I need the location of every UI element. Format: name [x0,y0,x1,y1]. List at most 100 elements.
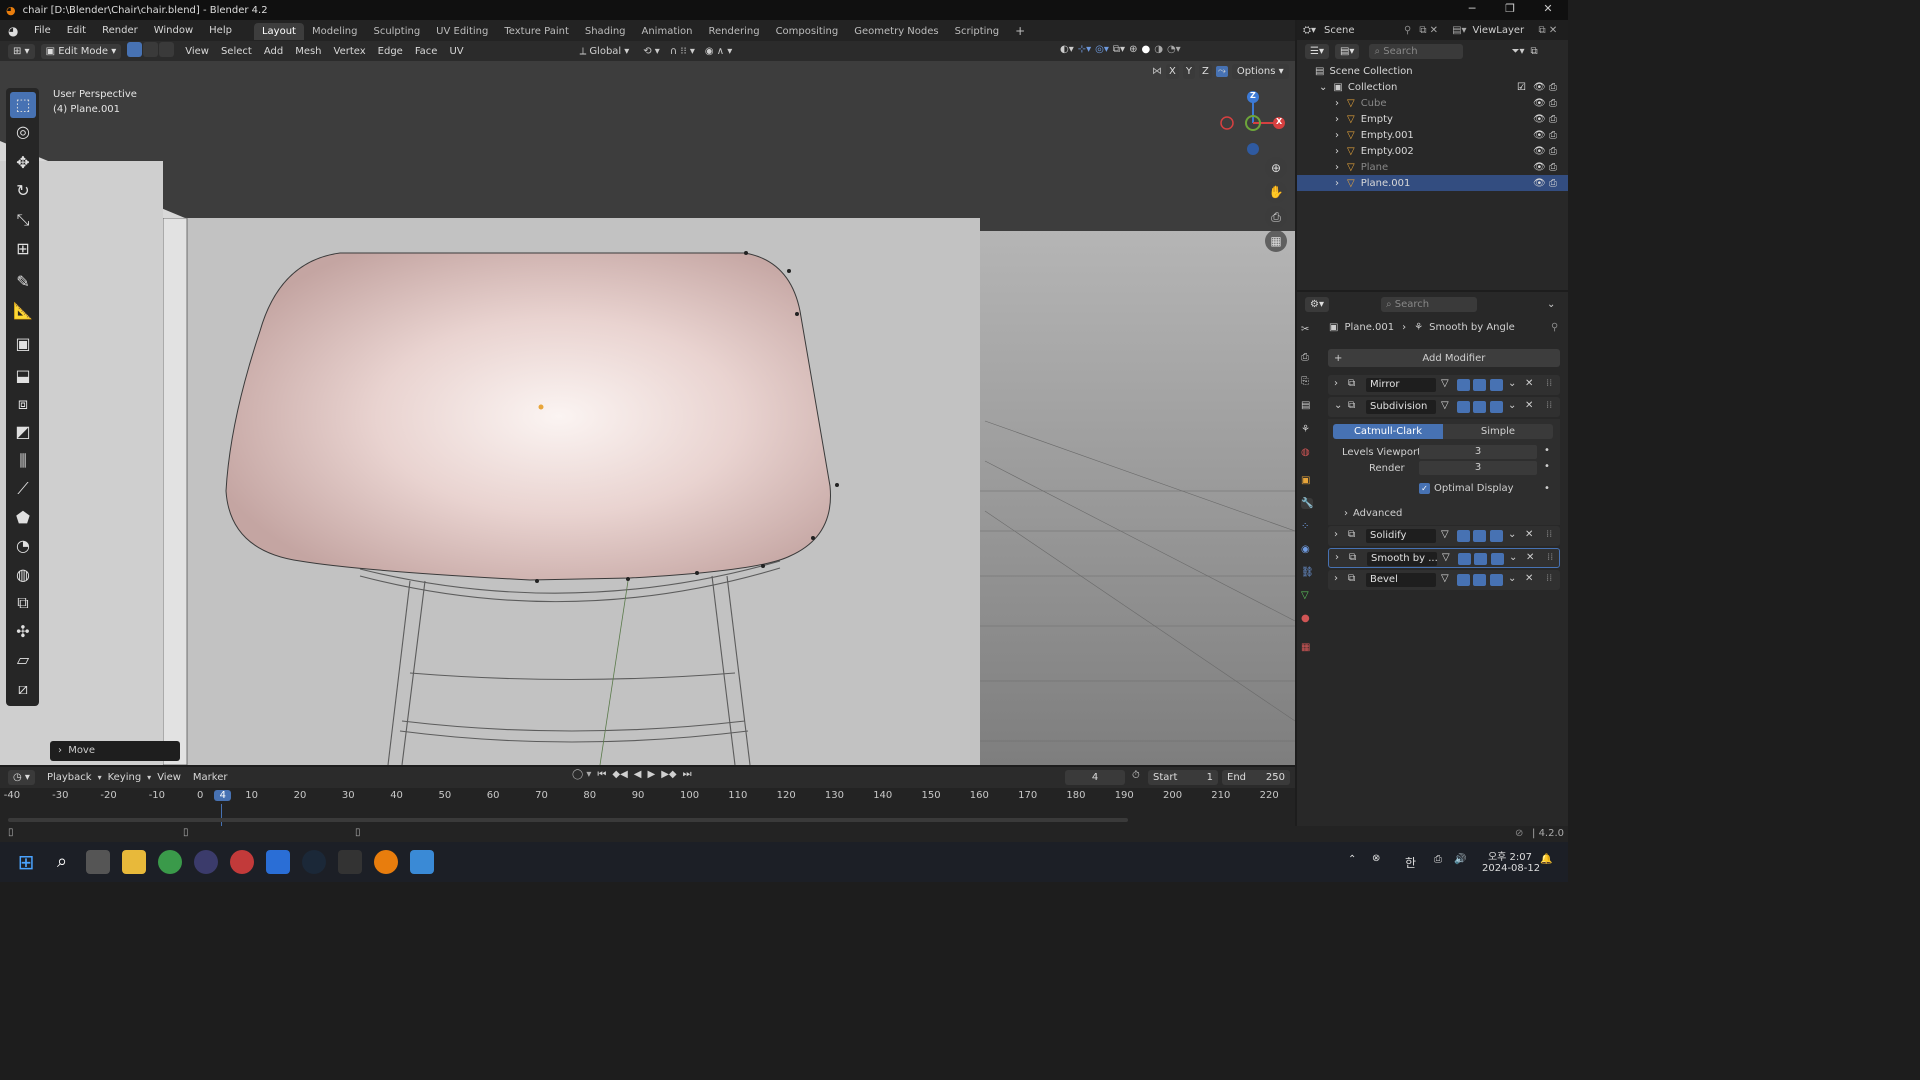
viewport-toggle-icon[interactable] [1473,379,1486,391]
modifier-panel[interactable]: ⌄ ⧉ Subdivision ▽ ⌄ ✕ ⁞⁞ [1328,397,1560,417]
edit-mode-toggle-icon[interactable]: ▽ [1441,529,1449,540]
chevron-down-icon[interactable]: ⌄ [1509,552,1517,563]
move-icon[interactable]: ✥ [10,150,36,176]
drag-handle-icon[interactable]: ⁞⁞ [1546,400,1552,411]
outliner-row[interactable]: › ▽ Plane 👁 ⎙ [1297,159,1568,175]
close-button[interactable]: ✕ [1528,0,1568,20]
shear-icon[interactable]: ▱ [10,647,36,673]
scene-tab-icon[interactable]: ⚘ [1301,424,1310,435]
chevron-right-icon[interactable]: › [1335,552,1339,563]
new-layer-icon[interactable]: ⧉ ✕ [1539,25,1558,36]
optimal-display-checkbox[interactable]: ✓ Optimal Display [1419,483,1514,494]
pan-hand-icon[interactable]: ✋ [1265,181,1287,203]
chevron-down-icon[interactable]: ⌄ [1508,378,1516,389]
play-icon[interactable]: ▶ [647,769,655,780]
remove-modifier-icon[interactable]: ✕ [1526,552,1534,563]
blender-menu-icon[interactable]: ◕ [8,24,26,38]
app-icon[interactable] [266,850,290,874]
outliner-row[interactable]: › ▽ Plane.001 👁 ⎙ [1297,175,1568,191]
cage-toggle-icon[interactable] [1458,553,1471,565]
chevron-right-icon[interactable]: › [1334,529,1338,540]
modifier-panel[interactable]: › ⧉ Bevel ▽ ⌄ ✕ ⁞⁞ [1328,570,1560,590]
modifier-tab-icon[interactable]: 🔧 [1301,498,1314,509]
timeline-scrollbar[interactable] [8,818,1128,822]
ime-indicator[interactable]: 한 [1405,854,1416,871]
eye-icon[interactable]: 👁 [1533,130,1546,141]
chair-seat-mesh[interactable] [225,252,831,581]
media-player-icon[interactable] [194,850,218,874]
render-toggle-icon[interactable] [1491,553,1504,565]
clock-icon[interactable]: ⏱ [1132,770,1140,781]
edit-mode-toggle-icon[interactable]: ▽ [1441,400,1449,411]
xray-icon[interactable]: ⧉▾ [1113,44,1125,55]
modifier-panel[interactable]: › ⧉ Smooth by ... ▽ ⌄ ✕ ⁞⁞ [1328,548,1560,568]
eye-icon[interactable]: 👁 [1533,82,1546,93]
outliner-row-scene-collection[interactable]: ▤ Scene Collection [1297,63,1568,79]
face-select-icon[interactable] [159,42,175,57]
outliner-editor-type[interactable]: ☰▾ [1305,43,1329,59]
poly-build-icon[interactable]: ⬟ [10,505,36,531]
menu-mesh[interactable]: Mesh [289,46,327,57]
camera-icon[interactable]: ⎙ [1549,130,1557,141]
modifier-panel[interactable]: › ⧉ Mirror ▽ ⌄ ✕ ⁞⁞ [1328,375,1560,395]
paint-app-icon[interactable] [410,850,434,874]
current-frame-marker[interactable]: 4 [214,790,232,801]
menu-edit[interactable]: Edit [59,20,94,41]
add-modifier-button[interactable]: + Add Modifier [1328,349,1560,367]
menu-select[interactable]: Select [215,46,258,57]
vertex-select-icon[interactable] [127,42,143,57]
remove-modifier-icon[interactable]: ✕ [1525,529,1533,540]
visibility-icon[interactable]: ◐▾ [1060,44,1074,55]
eye-icon[interactable]: 👁 [1533,178,1546,189]
remove-modifier-icon[interactable]: ✕ [1525,378,1533,389]
tab-animation[interactable]: Animation [634,23,701,40]
rip-region-icon[interactable]: ⧄ [10,676,36,702]
volume-icon[interactable]: 🔊 [1454,854,1466,865]
drag-handle-icon[interactable]: ⁞⁞ [1546,573,1552,584]
remove-modifier-icon[interactable]: ✕ [1525,573,1533,584]
edge-slide-icon[interactable]: ⧉ [10,590,36,616]
simple-button[interactable]: Simple [1443,424,1553,439]
outliner-row-collection[interactable]: ⌄ ▣ Collection ☑ 👁 ⎙ [1297,79,1568,95]
camera-view-icon[interactable]: ⎙ [1265,206,1287,228]
tab-rendering[interactable]: Rendering [700,23,767,40]
tool-tab-icon[interactable]: ✂ [1301,324,1309,335]
tab-sculpting[interactable]: Sculpting [365,23,428,40]
auto-merge-icon[interactable]: ⤳ [1215,66,1228,77]
axis-y-toggle[interactable]: Y [1182,64,1195,79]
render-toggle-icon[interactable] [1490,530,1503,542]
menu-uv[interactable]: UV [443,46,469,57]
viewport-toggle-icon[interactable] [1474,553,1487,565]
menu-window[interactable]: Window [146,20,201,41]
chevron-right-icon[interactable]: › [1334,573,1338,584]
video-app-icon[interactable] [230,850,254,874]
cursor-icon[interactable]: ◎ [10,119,36,145]
material-shading-icon[interactable]: ◑ [1154,44,1163,55]
pin-icon[interactable]: ⚲ [1404,25,1411,36]
prev-keyframe-icon[interactable]: ◆◀ [612,769,627,780]
windows-start-icon[interactable]: ⊞ [14,850,38,874]
material-tab-icon[interactable]: ● [1301,613,1310,624]
remove-modifier-icon[interactable]: ✕ [1525,400,1533,411]
steam-icon[interactable] [302,850,326,874]
drag-handle-icon[interactable]: ⁞⁞ [1546,378,1552,389]
camera-icon[interactable]: ⎙ [1549,146,1557,157]
constraints-tab-icon[interactable]: ⛓ [1301,567,1314,578]
tab-texture-paint[interactable]: Texture Paint [496,23,577,40]
outliner-row[interactable]: › ▽ Empty.001 👁 ⎙ [1297,127,1568,143]
clock-time[interactable]: 오후 2:07 [1484,848,1532,863]
edit-mode-toggle-icon[interactable]: ▽ [1441,378,1449,389]
eye-icon[interactable]: 👁 [1533,114,1546,125]
modifier-panel[interactable]: › ⧉ Solidify ▽ ⌄ ✕ ⁞⁞ [1328,526,1560,546]
chevron-down-icon[interactable]: ⌄ [1508,529,1516,540]
modifier-name-field[interactable]: Subdivision [1366,400,1436,414]
file-explorer-icon[interactable] [122,850,146,874]
pin-icon[interactable]: ⚲ [1551,322,1558,333]
particles-tab-icon[interactable]: ⁘ [1301,521,1309,532]
timeline-view-menu[interactable]: View [151,772,187,783]
task-view-icon[interactable] [86,850,110,874]
render-toggle-icon[interactable] [1490,574,1503,586]
chevron-right-icon[interactable]: › [1335,114,1339,125]
search-icon[interactable]: ⌕ [50,850,74,874]
last-operator-panel[interactable]: › Move [50,741,180,761]
